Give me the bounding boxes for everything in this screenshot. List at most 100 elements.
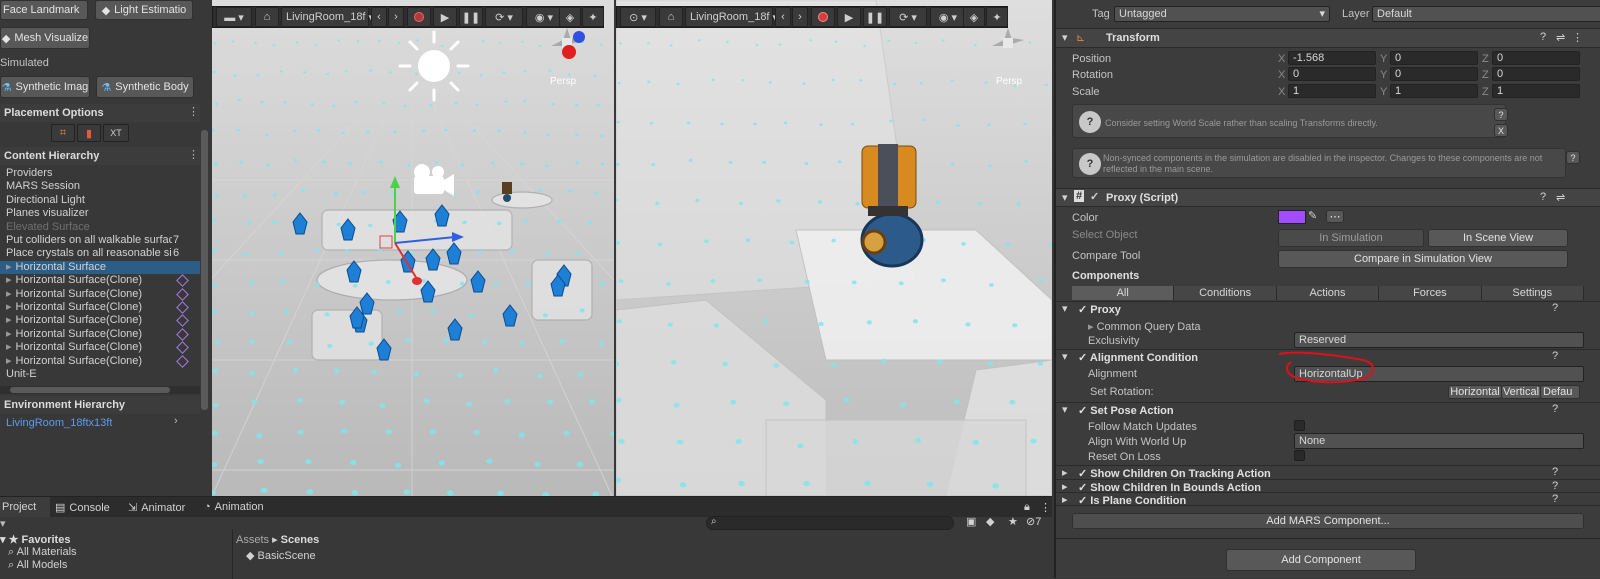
rotation-vertical-button[interactable]: Vertical	[1501, 385, 1541, 399]
placement-tool-2[interactable]: ▮	[77, 124, 101, 142]
sim-environment-dropdown[interactable]: LivingRoom_18f▾	[685, 7, 778, 27]
chevron-right-icon[interactable]: ▸	[6, 288, 12, 300]
play-button[interactable]: ▶	[433, 7, 457, 27]
compare-simulation-button[interactable]: Compare in Simulation View	[1278, 250, 1568, 268]
filter-type-icon[interactable]: ▣	[966, 515, 976, 528]
hierarchy-item[interactable]: MARS Session	[0, 180, 200, 193]
rotation-x-field[interactable]: 0	[1288, 67, 1376, 81]
scale-z-field[interactable]: 1	[1492, 84, 1580, 98]
help-button[interactable]: ?	[1566, 151, 1580, 164]
sim-record-button[interactable]	[811, 7, 835, 27]
tag-dropdown[interactable]: Untagged ▾	[1114, 6, 1330, 22]
chevron-right-icon[interactable]: ▸	[6, 301, 12, 313]
prev-environment-button[interactable]: ‹	[371, 7, 387, 27]
expand-icon[interactable]: ▾	[1062, 31, 1068, 44]
in-simulation-button[interactable]: In Simulation	[1278, 229, 1424, 247]
project-search-input[interactable]: ⌕	[706, 516, 954, 530]
hierarchy-item[interactable]: ▸ Horizontal Surface(Clone)	[0, 301, 200, 314]
environment-dropdown[interactable]: LivingRoom_18f▾	[281, 7, 374, 27]
in-scene-view-button[interactable]: In Scene View	[1428, 229, 1568, 247]
sim-gizmo-button-1[interactable]: ◈	[963, 7, 985, 27]
kebab-menu-icon[interactable]: ⋮	[1040, 501, 1051, 514]
proxy-section-header[interactable]	[1056, 301, 1600, 316]
placement-tool-xt[interactable]: XT	[103, 124, 129, 142]
sim-play-button[interactable]: ▶	[837, 7, 861, 27]
sim-environment-icon[interactable]: ⌂	[659, 7, 683, 27]
hierarchy-scrollbar[interactable]	[0, 386, 200, 394]
sim-pause-button[interactable]: ❚❚	[863, 7, 887, 27]
help-icon[interactable]: ?	[1552, 302, 1558, 314]
position-z-field[interactable]: 0	[1492, 51, 1580, 65]
sim-camera-mode-button[interactable]: ⊙ ▾	[620, 7, 656, 27]
exclusivity-dropdown[interactable]: Reserved	[1294, 332, 1584, 348]
sync-button[interactable]: ⟳ ▾	[485, 7, 523, 27]
hierarchy-item[interactable]: ▸ Horizontal Surface(Clone)	[0, 274, 200, 288]
hierarchy-item[interactable]: ▸ Horizontal Surface(Clone)	[0, 288, 200, 301]
align-world-dropdown[interactable]: None	[1294, 433, 1584, 449]
proxy-color-swatch[interactable]	[1278, 210, 1306, 224]
components-tab-all[interactable]: All	[1072, 286, 1175, 300]
chevron-right-icon[interactable]: ▸	[6, 328, 12, 340]
kebab-menu-icon[interactable]: ⋮	[188, 148, 199, 161]
sim-gizmo-button-2[interactable]: ✦	[986, 7, 1008, 27]
favorite-all-models[interactable]: ⌕ All Models	[8, 559, 67, 572]
hierarchy-item[interactable]: ▸ Horizontal Surface	[0, 260, 200, 274]
record-button[interactable]	[407, 7, 431, 27]
scale-x-field[interactable]: 1	[1288, 84, 1376, 98]
expand-icon[interactable]: ▸	[1062, 493, 1068, 506]
synthetic-image-button[interactable]: ⚗ Synthetic Imag	[0, 76, 90, 98]
expand-icon[interactable]: ▾	[1062, 403, 1068, 416]
help-icon[interactable]: ?	[1552, 480, 1558, 492]
hierarchy-item[interactable]: ▸ Horizontal Surface(Clone)	[0, 355, 200, 368]
tab-animation[interactable]: ◔ Animation	[204, 501, 264, 513]
breadcrumb-current[interactable]: Scenes	[281, 534, 320, 546]
add-component-button[interactable]: Add Component	[1226, 549, 1416, 571]
follow-match-checkbox[interactable]	[1294, 420, 1305, 431]
rotation-horizontal-button[interactable]: Horizontal	[1448, 385, 1502, 399]
help-icon[interactable]: ?	[1552, 466, 1558, 478]
chevron-right-icon[interactable]: ▸	[6, 261, 12, 273]
reset-on-loss-checkbox[interactable]	[1294, 450, 1305, 461]
help-icon[interactable]: ?	[1552, 403, 1558, 415]
help-icon[interactable]: ?	[1540, 191, 1546, 203]
face-landmark-button[interactable]: Face Landmark	[0, 0, 88, 20]
placement-tool-1[interactable]: ⌗	[51, 124, 75, 142]
hierarchy-item[interactable]: ▸ Horizontal Surface(Clone)	[0, 314, 200, 328]
scrollbar-thumb[interactable]	[10, 387, 170, 393]
sim-sync-button[interactable]: ⟳ ▾	[889, 7, 927, 27]
components-tab-conditions[interactable]: Conditions	[1174, 286, 1277, 300]
add-mars-component-button[interactable]: Add MARS Component...	[1072, 513, 1584, 529]
gizmo-button-1[interactable]: ◈	[559, 7, 581, 27]
scale-y-field[interactable]: 1	[1390, 84, 1478, 98]
visibility-button[interactable]: ◉ ▾	[526, 7, 562, 27]
rotation-y-field[interactable]: 0	[1390, 67, 1478, 81]
create-dropdown[interactable]: ▾	[0, 517, 6, 530]
rotation-default-button[interactable]: Defau	[1540, 385, 1580, 399]
tab-console[interactable]: ▤ Console	[55, 501, 110, 514]
hierarchy-item[interactable]: ▸ Horizontal Surface(Clone)	[0, 328, 200, 341]
sim-next-button[interactable]: ›	[792, 7, 808, 27]
gizmo-button-2[interactable]: ✦	[582, 7, 604, 27]
hierarchy-item[interactable]: Put colliders on all walkable surfac 7	[0, 234, 200, 247]
help-icon[interactable]: ?	[1552, 493, 1558, 505]
lock-icon[interactable]: 🔒︎	[1024, 501, 1030, 514]
mesh-visualize-button[interactable]: ◆ Mesh Visualize	[0, 27, 90, 49]
expand-icon[interactable]: ▾	[1062, 302, 1068, 315]
rotation-z-field[interactable]: 0	[1492, 67, 1580, 81]
favorite-all-materials[interactable]: ⌕ All Materials	[8, 546, 77, 559]
environment-icon[interactable]: ⌂	[255, 7, 279, 27]
filter-label-icon[interactable]: ◆	[986, 515, 994, 528]
components-tab-actions[interactable]: Actions	[1276, 286, 1380, 300]
chevron-right-icon[interactable]: ▸	[6, 314, 12, 326]
sim-visibility-button[interactable]: ◉ ▾	[930, 7, 966, 27]
enable-checkbox[interactable]: ✓	[1090, 190, 1099, 203]
synthetic-body-button[interactable]: ⚗ Synthetic Body	[96, 76, 194, 98]
chevron-right-icon[interactable]: ▸	[6, 274, 12, 286]
position-x-field[interactable]: -1.568	[1288, 51, 1376, 65]
help-button[interactable]: ?	[1494, 108, 1508, 121]
kebab-menu-icon[interactable]: ⋮	[188, 105, 199, 118]
breadcrumb-root[interactable]: Assets	[236, 534, 269, 546]
hierarchy-item[interactable]: Providers	[0, 167, 200, 180]
expand-icon[interactable]: ▾	[1062, 350, 1068, 363]
eyedropper-icon[interactable]: ✎	[1308, 209, 1317, 222]
